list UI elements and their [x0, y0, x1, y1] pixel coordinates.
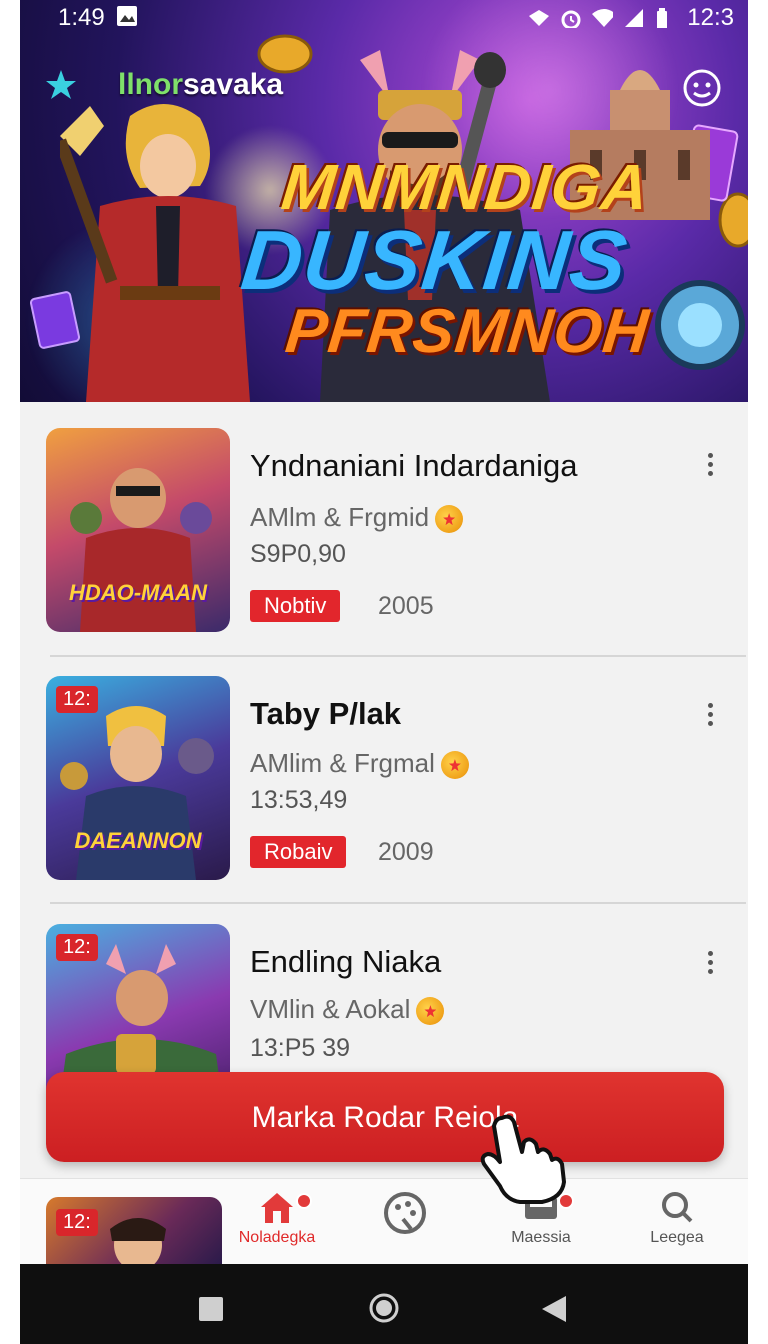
home-icon: [261, 1193, 293, 1223]
status-time: 1:49: [58, 4, 105, 31]
nav-label: Noladegka: [238, 1229, 316, 1246]
nav-item-search[interactable]: Leegea: [622, 1189, 732, 1247]
item-year: 2009: [378, 838, 434, 866]
star-emoji-icon: [440, 751, 469, 780]
more-options-icon[interactable]: [702, 700, 718, 732]
item-price: 13:53,49: [250, 786, 348, 814]
more-options-icon[interactable]: [702, 948, 718, 980]
nav-label: Leegea: [650, 1229, 704, 1246]
list-item[interactable]: HDAO-MAAN Yndnaniani Indardaniga AMlm & …: [20, 402, 748, 650]
thumbnail-title: HDAO-MAAN: [68, 580, 208, 605]
wifi-icon: [592, 9, 614, 27]
vpn-icon: [529, 10, 550, 26]
status-icons: 12:3: [527, 4, 734, 32]
item-thumbnail: HDAO-MAAN: [46, 428, 230, 632]
star-icon: [46, 70, 76, 99]
recent-apps-icon[interactable]: [198, 1296, 224, 1322]
age-badge: 12:: [56, 934, 98, 961]
nav-label: Maessia: [511, 1229, 571, 1246]
app-logo: llnorsavaka: [118, 68, 284, 101]
item-subtitle: AMlim & Frgmal: [250, 748, 469, 780]
list-item[interactable]: 12: DAEANNON Taby P/lak AMlim & Frgmal 1…: [20, 650, 748, 898]
star-emoji-icon: [416, 997, 445, 1026]
item-tag: Nobtiv: [250, 590, 341, 622]
hero-character-left: [60, 103, 250, 402]
phone-screen: 1:49 12:3 llnorsavaka MNMNDIGA DUSKINS P…: [20, 0, 748, 1344]
item-year: 2005: [378, 592, 434, 620]
search-icon: [662, 1192, 693, 1223]
profile-face-button[interactable]: [680, 66, 724, 110]
thumbnail-title: DAEANNON: [74, 828, 202, 853]
machine-decoration: [655, 280, 745, 370]
item-tag: Robaiv: [250, 836, 347, 868]
bottom-navigation: 12: Noladegka Maessia Leegea: [20, 1178, 748, 1265]
battery-text: 12:3: [687, 4, 734, 31]
age-badge: 12:: [56, 1209, 98, 1236]
item-title[interactable]: Taby P/lak: [250, 696, 401, 732]
primary-cta-button[interactable]: Marka Rodar Reiola: [46, 1072, 724, 1162]
item-title[interactable]: Yndnaniani Indardaniga: [250, 448, 578, 484]
nav-item-discover[interactable]: [350, 1189, 460, 1241]
alarm-icon: [561, 10, 581, 28]
age-badge: 12:: [56, 686, 98, 713]
hero-banner[interactable]: 1:49 12:3 llnorsavaka MNMNDIGA DUSKINS P…: [20, 0, 748, 402]
item-title[interactable]: Endling Niaka: [250, 944, 441, 980]
hero-title-line3: PFRSMNOH: [282, 297, 653, 366]
signal-icon: [625, 9, 644, 27]
hand-pointer-icon: [480, 1114, 566, 1204]
back-icon[interactable]: [540, 1294, 568, 1324]
status-bar: 1:49 12:3: [20, 0, 748, 34]
battery-icon: [657, 8, 668, 28]
item-price: 13:P5 39: [250, 1034, 351, 1062]
mini-player-thumbnail[interactable]: 12:: [46, 1197, 222, 1265]
system-navigation-bar: [20, 1264, 748, 1344]
home-system-icon[interactable]: [368, 1292, 400, 1324]
palette-icon: [384, 1192, 426, 1234]
notification-dot: [296, 1193, 312, 1209]
nav-item-home[interactable]: Noladegka: [222, 1189, 332, 1247]
item-subtitle: VMlin & Aokal: [250, 994, 445, 1026]
item-subtitle: AMlm & Frgmid: [250, 502, 464, 534]
gallery-notification-icon: [116, 5, 138, 34]
more-options-icon[interactable]: [702, 450, 718, 482]
item-price: S9P0,90: [250, 540, 346, 568]
star-emoji-icon: [435, 505, 464, 534]
item-thumbnail: 12: DAEANNON: [46, 676, 230, 880]
hero-title-line2: DUSKINS: [237, 213, 633, 307]
